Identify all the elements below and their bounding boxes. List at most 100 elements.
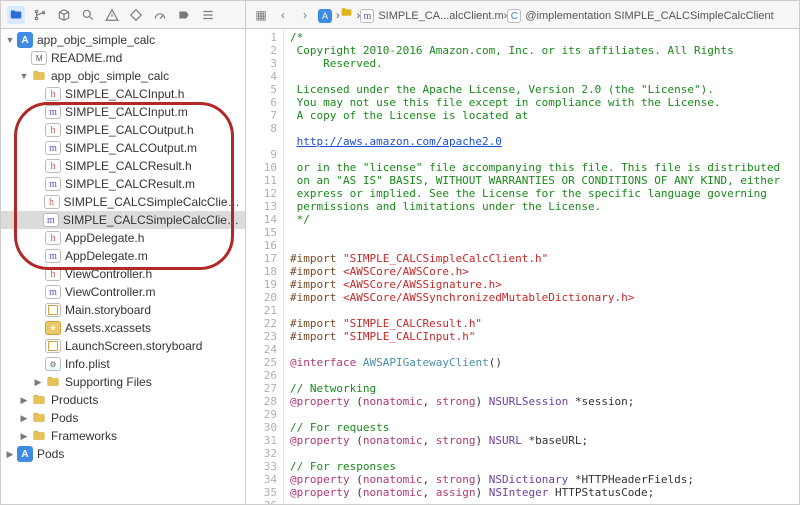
- disclosure-triangle-icon[interactable]: ▼: [19, 71, 29, 81]
- header-file-icon: h: [45, 267, 61, 281]
- tree-row[interactable]: hSIMPLE_CALCResult.h: [1, 157, 245, 175]
- line-number: 29: [248, 408, 277, 421]
- breadcrumb-segment[interactable]: [340, 6, 357, 22]
- line-number: 12: [248, 187, 277, 200]
- folder-icon: [31, 428, 47, 444]
- tree-row[interactable]: hAppDelegate.h: [1, 229, 245, 247]
- tree-row[interactable]: ✦Assets.xcassets: [1, 319, 245, 337]
- tree-row-label: SIMPLE_CALCInput.m: [65, 105, 188, 119]
- code-line: Reserved.: [290, 57, 793, 70]
- tree-row[interactable]: mViewController.m: [1, 283, 245, 301]
- tree-row[interactable]: hViewController.h: [1, 265, 245, 283]
- line-number: 18: [248, 265, 277, 278]
- disclosure-triangle-icon[interactable]: ▼: [5, 35, 15, 45]
- code-line: // For responses: [290, 460, 793, 473]
- tree-row[interactable]: mSIMPLE_CALCOutput.m: [1, 139, 245, 157]
- disclosure-triangle-icon[interactable]: ▶: [19, 413, 29, 424]
- tree-row[interactable]: ▶Frameworks: [1, 427, 245, 445]
- tree-row[interactable]: m SIMPLE_CALCInput.m: [1, 103, 245, 121]
- tree-row[interactable]: mSIMPLE_CALCResult.m: [1, 175, 245, 193]
- tree-row[interactable]: Main.storyboard: [1, 301, 245, 319]
- tree-row[interactable]: ▼Aapp_objc_simple_calc: [1, 31, 245, 49]
- breadcrumb-segment[interactable]: C@implementation SIMPLE_CALCSimpleCalcCl…: [507, 9, 773, 23]
- disclosure-triangle-icon[interactable]: ▶: [5, 449, 15, 460]
- line-number: 3: [248, 57, 277, 70]
- line-number: 24: [248, 343, 277, 356]
- project-icon: A: [17, 32, 33, 48]
- disclosure-triangle-icon[interactable]: ▶: [19, 395, 29, 406]
- code-line: Copyright 2010-2016 Amazon.com, Inc. or …: [290, 44, 793, 57]
- nav-breakpoints-icon[interactable]: [175, 6, 193, 24]
- code-area[interactable]: /* Copyright 2010-2016 Amazon.com, Inc. …: [284, 29, 799, 504]
- ide-window: ▦ ‹ › A››mSIMPLE_CA...alcClient.m›C@impl…: [0, 0, 800, 505]
- tree-row[interactable]: hSIMPLE_CALCOutput.h: [1, 121, 245, 139]
- tree-row[interactable]: ▶APods: [1, 445, 245, 463]
- tree-row-label: Main.storyboard: [65, 303, 151, 317]
- tree-row[interactable]: mSIMPLE_CALCSimpleCalcClient.m: [1, 211, 245, 229]
- line-number: 8: [248, 122, 277, 135]
- tree-row[interactable]: mAppDelegate.m: [1, 247, 245, 265]
- tree-row-label: LaunchScreen.storyboard: [65, 339, 202, 353]
- code-line: @property (nonatomic, strong) NSURL *bas…: [290, 434, 793, 447]
- code-line: [290, 70, 793, 83]
- line-number: 30: [248, 421, 277, 434]
- tree-row-label: Supporting Files: [65, 375, 152, 389]
- line-number: 27: [248, 382, 277, 395]
- code-line: */: [290, 213, 793, 226]
- code-line: // Networking: [290, 382, 793, 395]
- tree-row[interactable]: ⚙Info.plist: [1, 355, 245, 373]
- tree-row-label: Pods: [51, 411, 78, 425]
- tree-row-label: AppDelegate.h: [65, 231, 144, 245]
- tree-row[interactable]: hSIMPLE_CALCInput.h: [1, 85, 245, 103]
- line-number: 15: [248, 226, 277, 239]
- nav-debug-icon[interactable]: [151, 6, 169, 24]
- impl-file-icon: m: [45, 285, 61, 299]
- code-line: [290, 499, 793, 504]
- tree-row[interactable]: hSIMPLE_CALCSimpleCalcClient.h: [1, 193, 245, 211]
- nav-source-control-icon[interactable]: [31, 6, 49, 24]
- tree-row[interactable]: ▶ Pods: [1, 409, 245, 427]
- related-items-icon[interactable]: ▦: [252, 6, 270, 24]
- nav-tests-icon[interactable]: [127, 6, 145, 24]
- line-number: [248, 135, 277, 148]
- impl-file-icon: m: [45, 177, 61, 191]
- source-editor[interactable]: 12345678 9101112131415161718192021222324…: [246, 29, 799, 504]
- plist-file-icon: ⚙: [45, 357, 61, 371]
- editor-jump-bar: ▦ ‹ › A››mSIMPLE_CA...alcClient.m›C@impl…: [246, 1, 799, 28]
- breadcrumb[interactable]: A››mSIMPLE_CA...alcClient.m›C@implementa…: [318, 6, 774, 24]
- code-line: Licensed under the Apache License, Versi…: [290, 83, 793, 96]
- impl-file-icon: m: [43, 213, 59, 227]
- line-number: 14: [248, 213, 277, 226]
- nav-issues-icon[interactable]: [103, 6, 121, 24]
- tree-row[interactable]: ▶Products: [1, 391, 245, 409]
- disclosure-triangle-icon[interactable]: ▶: [19, 431, 29, 442]
- tree-row[interactable]: LaunchScreen.storyboard: [1, 337, 245, 355]
- code-line: #import <AWSCore/AWSCore.h>: [290, 265, 793, 278]
- forward-button[interactable]: ›: [296, 6, 314, 24]
- code-line: [290, 447, 793, 460]
- nav-symbols-icon[interactable]: [55, 6, 73, 24]
- back-button[interactable]: ‹: [274, 6, 292, 24]
- tree-row[interactable]: MREADME.md: [1, 49, 245, 67]
- nav-find-icon[interactable]: [79, 6, 97, 24]
- line-number: 16: [248, 239, 277, 252]
- impl-file-icon: m: [45, 105, 61, 119]
- nav-files-icon[interactable]: [7, 6, 25, 24]
- code-line: // For requests: [290, 421, 793, 434]
- main-split: ▼Aapp_objc_simple_calcMREADME.md ▼ app_obj…: [1, 29, 799, 504]
- storyboard-file-icon: [45, 339, 61, 353]
- tree-row[interactable]: ▼ app_objc_simple_calc: [1, 67, 245, 85]
- tree-row[interactable]: ▶ Supporting Files: [1, 373, 245, 391]
- line-number: 19: [248, 278, 277, 291]
- code-line: on an "AS IS" BASIS, WITHOUT WARRANTIES …: [290, 174, 793, 187]
- nav-reports-icon[interactable]: [199, 6, 217, 24]
- line-number: 36: [248, 499, 277, 504]
- tree-row-label: app_objc_simple_calc: [51, 69, 169, 83]
- code-line: [290, 122, 793, 135]
- line-number: 32: [248, 447, 277, 460]
- impl-file-icon: m: [45, 141, 61, 155]
- line-number: 33: [248, 460, 277, 473]
- breadcrumb-segment[interactable]: mSIMPLE_CA...alcClient.m: [360, 9, 503, 23]
- disclosure-triangle-icon[interactable]: ▶: [33, 377, 43, 388]
- breadcrumb-segment[interactable]: A: [318, 9, 336, 23]
